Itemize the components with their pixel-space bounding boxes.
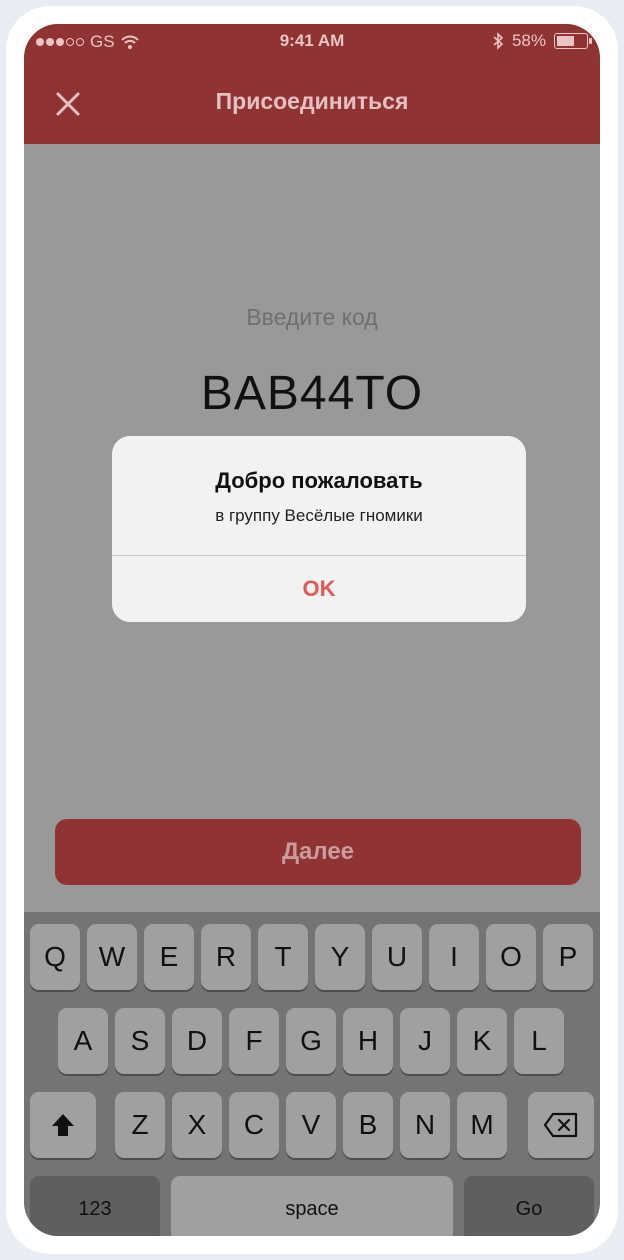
go-key[interactable]: Go xyxy=(464,1176,594,1236)
key-l[interactable]: L xyxy=(514,1008,564,1074)
shift-icon xyxy=(52,1114,74,1136)
key-o[interactable]: O xyxy=(486,924,536,990)
key-j[interactable]: J xyxy=(400,1008,450,1074)
next-button[interactable]: Далее xyxy=(55,819,581,885)
alert-title: Добро пожаловать xyxy=(215,468,423,493)
backspace-icon xyxy=(543,1112,578,1138)
key-p[interactable]: P xyxy=(543,924,593,990)
key-u[interactable]: U xyxy=(372,924,422,990)
key-k[interactable]: K xyxy=(457,1008,507,1074)
key-n[interactable]: N xyxy=(400,1092,450,1158)
key-w[interactable]: W xyxy=(87,924,137,990)
key-x[interactable]: X xyxy=(172,1092,222,1158)
key-d[interactable]: D xyxy=(172,1008,222,1074)
numbers-key[interactable]: 123 xyxy=(30,1176,160,1236)
bluetooth-icon xyxy=(493,32,504,50)
key-r[interactable]: R xyxy=(201,924,251,990)
shift-key[interactable] xyxy=(30,1092,96,1158)
code-prompt: Введите код xyxy=(246,304,378,330)
status-right: 58% xyxy=(492,31,592,51)
key-y[interactable]: Y xyxy=(315,924,365,990)
key-v[interactable]: V xyxy=(286,1092,336,1158)
welcome-alert: Добро пожаловать в группу Весёлые гномик… xyxy=(112,436,526,622)
status-bar: GS 9:41 AM 58% xyxy=(24,24,600,62)
key-t[interactable]: T xyxy=(258,924,308,990)
code-input[interactable]: BAB44TO xyxy=(24,366,600,421)
key-m[interactable]: M xyxy=(457,1092,507,1158)
alert-ok-button[interactable]: OK xyxy=(112,556,526,622)
space-key[interactable]: space xyxy=(171,1176,453,1236)
key-c[interactable]: C xyxy=(229,1092,279,1158)
device-frame: GS 9:41 AM 58% Присоединиться Введите ко… xyxy=(6,6,618,1254)
page-title: Присоединиться xyxy=(215,88,409,114)
key-s[interactable]: S xyxy=(115,1008,165,1074)
key-e[interactable]: E xyxy=(144,924,194,990)
key-q[interactable]: Q xyxy=(30,924,80,990)
key-i[interactable]: I xyxy=(429,924,479,990)
key-f[interactable]: F xyxy=(229,1008,279,1074)
screen: GS 9:41 AM 58% Присоединиться Введите ко… xyxy=(24,24,600,1236)
key-a[interactable]: A xyxy=(58,1008,108,1074)
key-g[interactable]: G xyxy=(286,1008,336,1074)
nav-bar: Присоединиться xyxy=(24,62,600,144)
key-h[interactable]: H xyxy=(343,1008,393,1074)
battery-percent: 58% xyxy=(511,31,546,50)
backspace-key[interactable] xyxy=(528,1092,594,1158)
keyboard: Q W E R T Y U I O P A S D F G H J K L Z … xyxy=(24,912,600,1236)
battery-icon xyxy=(554,33,592,49)
key-z[interactable]: Z xyxy=(115,1092,165,1158)
key-b[interactable]: B xyxy=(343,1092,393,1158)
alert-message: в группу Весёлые гномики xyxy=(215,506,423,525)
